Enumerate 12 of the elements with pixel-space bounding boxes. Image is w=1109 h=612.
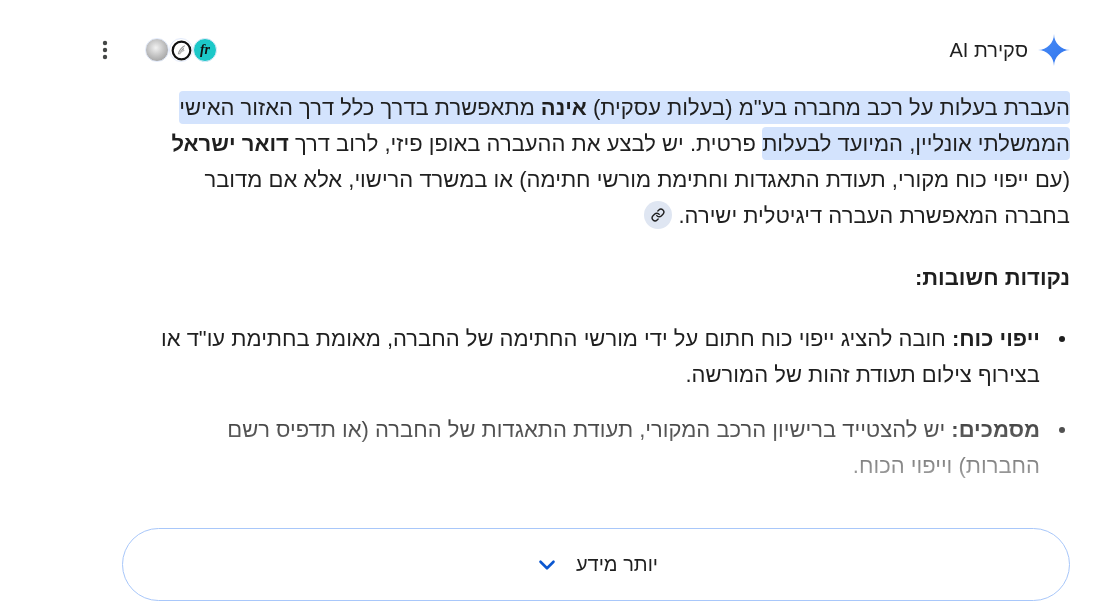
summary-text: העברת בעלות על רכב מחברה בע"מ (בעלות עסקית) אינה מתאפשרת בדרך כלל דרך האזור האישי הממשלתי אונליין, המיועד לבעלות פרטית. יש לבצע את ההעברה באופן פיזי, לרוב דרך דואר ישראל (עם ייפוי כוח מקורי, תעודת התאגדות וחתימת מורשי חתימה) או במשרד הרישוי, אלא אם מדובר בחברה המאפשרת העברה דיגיטלית ישירה.	[140, 90, 1070, 234]
link-icon[interactable]	[643, 201, 672, 230]
show-more-button[interactable]: יותר מידע	[122, 528, 1070, 601]
bullet-text: ייפוי כוח: חובה להציג ייפוי כוח חתום על ידי מורשי החתימה של החברה, מאומת בחתימת עו"ד או בצירוף צילום תעודת זהות של המורשה.	[160, 325, 1040, 389]
overview-title: סקירת AI	[949, 38, 1028, 62]
bullet-text: מסמכים: יש להצטייד ברישיון הרכב המקורי, תעודת התאגדות של החברה (או תדפיס רשם החברות) וייפוי הכוח.	[226, 416, 1040, 480]
sparkle-icon	[1038, 34, 1070, 66]
wing-logo-icon[interactable]	[169, 38, 193, 62]
section-heading: נקודות חשובות:	[914, 264, 1070, 292]
bullet-icon	[1059, 427, 1065, 433]
site-logo[interactable]: fr	[193, 38, 217, 62]
bullet-icon	[1059, 336, 1065, 342]
